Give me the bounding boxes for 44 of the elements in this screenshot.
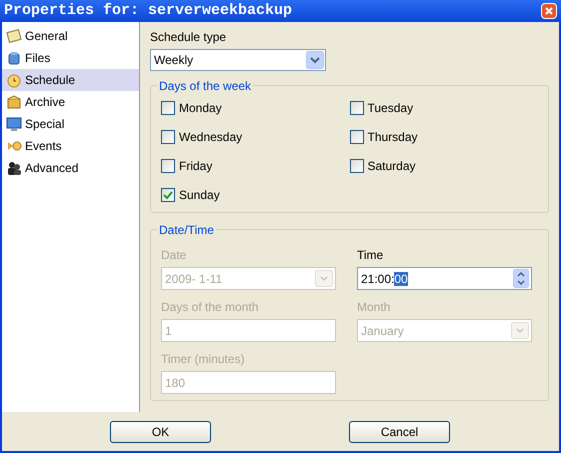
checkbox[interactable] <box>161 130 175 144</box>
checkbox[interactable] <box>161 188 175 202</box>
field-label: Time <box>357 247 384 262</box>
window-title: Properties for: serverweekbackup <box>4 0 292 21</box>
day-label: Sunday <box>179 187 220 204</box>
sidebar-item[interactable]: Files <box>2 47 139 69</box>
notepad-icon <box>6 28 22 44</box>
field-label: Days of the month <box>161 299 260 314</box>
input-field: 180 <box>161 371 336 394</box>
day-label: Tuesday <box>368 100 414 117</box>
dialog-button[interactable]: OK <box>110 420 211 442</box>
time-field[interactable]: 21:00:00 <box>357 267 532 290</box>
sidebar-item[interactable]: General <box>2 25 139 47</box>
input-field: 1 <box>161 319 336 342</box>
sidebar-item[interactable]: Events <box>2 135 139 157</box>
day-label: Saturday <box>368 158 416 175</box>
monitor-icon <box>6 116 22 132</box>
checkbox[interactable] <box>161 159 175 173</box>
close-button[interactable] <box>541 3 557 19</box>
sidebar-item[interactable]: Archive <box>2 91 139 113</box>
sidebar-item[interactable]: Advanced <box>2 157 139 179</box>
sidebar-item[interactable]: Schedule <box>2 69 139 91</box>
day-label: Wednesday <box>179 129 242 146</box>
checkbox[interactable] <box>161 101 175 115</box>
day-label: Monday <box>179 100 222 117</box>
bin-icon <box>6 50 22 66</box>
field-label: Month <box>357 299 392 314</box>
people-icon <box>6 160 22 176</box>
field-label: Timer (minutes) <box>161 351 246 366</box>
day-label: Thursday <box>368 129 418 146</box>
checkmark-icon <box>163 190 173 200</box>
close-icon <box>544 6 554 16</box>
box-icon <box>6 94 22 110</box>
schedule-type-label: Schedule type <box>150 29 228 44</box>
sidebar-item[interactable]: Special <box>2 113 139 135</box>
spinner-arrows-icon[interactable] <box>513 269 529 288</box>
day-label: Friday <box>179 158 212 175</box>
schedule-type-dropdown[interactable]: Weekly <box>150 49 326 71</box>
field-label: Date <box>161 247 188 262</box>
checkbox[interactable] <box>350 101 364 115</box>
dialog-button[interactable]: Cancel <box>349 420 450 442</box>
checkbox[interactable] <box>350 159 364 173</box>
clock-icon <box>6 72 22 88</box>
checkbox[interactable] <box>350 130 364 144</box>
